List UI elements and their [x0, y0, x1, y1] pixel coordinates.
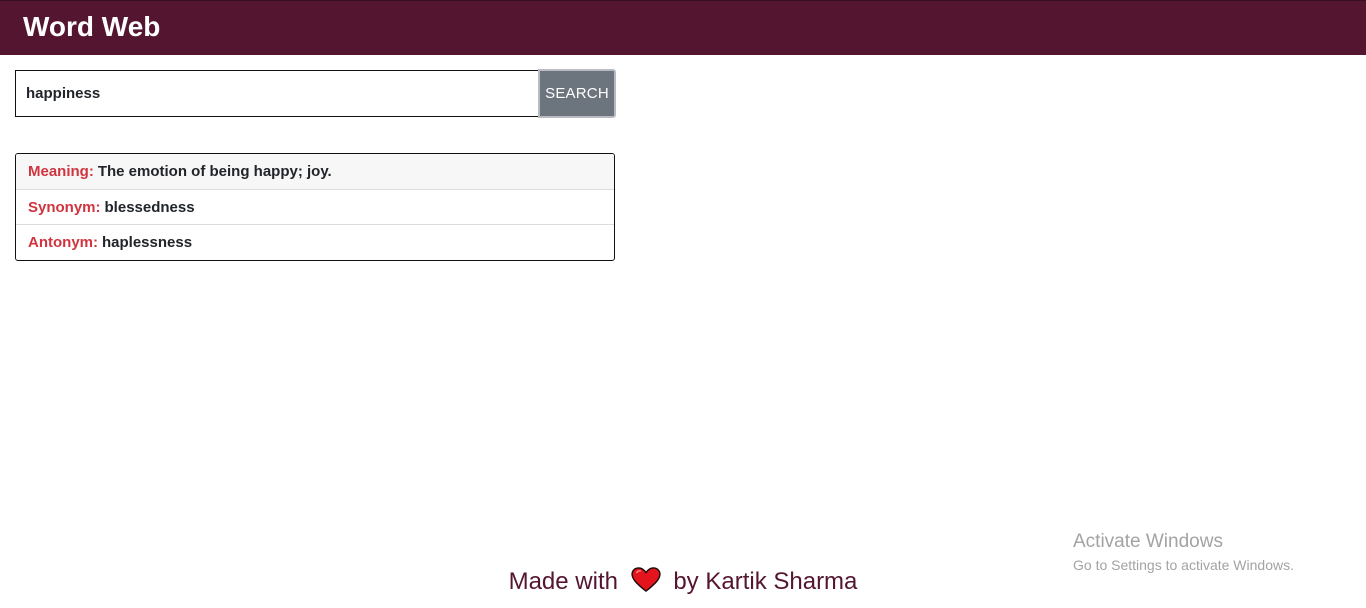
antonym-value: haplessness: [102, 234, 193, 251]
synonym-value: blessedness: [104, 198, 195, 216]
navbar: Word Web: [0, 0, 1366, 55]
search-input[interactable]: [15, 70, 539, 117]
results-list: Meaning: The emotion of being happy; joy…: [15, 153, 615, 261]
meaning-value: The emotion of being happy; joy.: [97, 163, 332, 180]
windows-activation-watermark: Activate Windows Go to Settings to activ…: [1073, 531, 1294, 575]
antonym-label: Antonym:: [28, 234, 98, 251]
footer-prefix: Made with: [508, 568, 618, 595]
result-meaning: Meaning: The emotion of being happy; joy…: [16, 154, 614, 190]
heart-icon: [631, 567, 661, 593]
search-button[interactable]: SEARCH: [538, 69, 616, 118]
watermark-subtitle: Go to Settings to activate Windows.: [1073, 557, 1294, 573]
brand-title[interactable]: Word Web: [23, 11, 160, 43]
synonym-label: Synonym:: [28, 198, 101, 216]
search-group: SEARCH: [15, 69, 616, 118]
watermark-title: Activate Windows: [1073, 531, 1223, 552]
footer-suffix: by Kartik Sharma: [673, 568, 858, 595]
meaning-label: Meaning:: [28, 163, 94, 180]
result-antonym: Antonym: haplessness: [16, 225, 614, 260]
result-synonym: Synonym: blessedness: [16, 190, 614, 225]
